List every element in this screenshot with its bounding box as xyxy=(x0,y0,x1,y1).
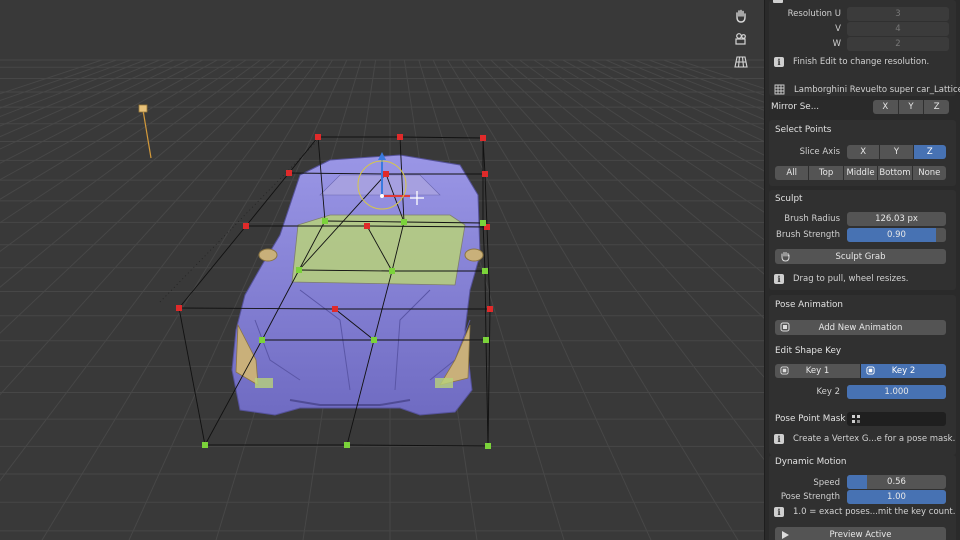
lattice-resolution-panel: Resolution U 3 V 4 W 2 i Finish Edit to c… xyxy=(769,0,960,96)
select-bottom-button[interactable]: Bottom xyxy=(878,166,913,180)
lattice-point[interactable] xyxy=(243,223,249,229)
speed-label: Speed xyxy=(813,478,840,488)
select-points-title: Select Points xyxy=(775,125,832,135)
info-icon: i xyxy=(774,274,784,284)
sculpt-grab-button[interactable]: Sculpt Grab xyxy=(775,249,946,264)
shape-key-icon xyxy=(780,366,789,375)
pose-animation-title: Pose Animation xyxy=(775,300,844,310)
lattice-point[interactable] xyxy=(397,134,403,140)
mirror-z-button[interactable]: Z xyxy=(924,100,950,114)
shape-key-icon xyxy=(780,322,790,332)
object-name-row: Lamborghini Revuelto super car_Lattice xyxy=(774,84,960,95)
resolution-v-label: V xyxy=(835,24,841,34)
resolution-u-field: 3 xyxy=(847,7,949,21)
pose-point-mask-field[interactable] xyxy=(847,412,946,426)
lattice-point[interactable] xyxy=(286,170,292,176)
select-points-panel: Select Points Slice Axis X Y Z All Top M… xyxy=(769,120,956,186)
info-icon: i xyxy=(774,57,784,67)
add-new-animation-button[interactable]: Add New Animation xyxy=(775,320,946,335)
camera-icon[interactable] xyxy=(729,28,753,50)
slice-y-button[interactable]: Y xyxy=(880,145,914,159)
scene-canvas[interactable] xyxy=(0,0,764,540)
lattice-point-selected[interactable] xyxy=(344,442,350,448)
lattice-point[interactable] xyxy=(332,306,338,312)
lattice-point-selected[interactable] xyxy=(371,337,377,343)
lattice-point[interactable] xyxy=(487,306,493,312)
vertex-group-icon xyxy=(852,414,860,423)
shape-key-icon xyxy=(866,366,875,375)
key-1-button[interactable]: Key 1 xyxy=(775,364,861,378)
brush-strength-label: Brush Strength xyxy=(776,230,840,240)
key-2-button[interactable]: Key 2 xyxy=(861,364,946,378)
lattice-point-selected[interactable] xyxy=(389,268,395,274)
slice-z-button[interactable]: Z xyxy=(913,145,946,159)
resolution-u-label: Resolution U xyxy=(787,9,841,19)
mirror-x-button[interactable]: X xyxy=(873,100,899,114)
brush-radius-label: Brush Radius xyxy=(784,214,840,224)
mirror-y-button[interactable]: Y xyxy=(898,100,925,114)
select-middle-button[interactable]: Middle xyxy=(843,166,879,180)
pose-animation-panel: Pose Animation Add New Animation Edit Sh… xyxy=(769,295,956,455)
finish-edit-note: i Finish Edit to change resolution. xyxy=(774,57,929,67)
pose-mask-hint: i Create a Vertex G...e for a pose mask. xyxy=(774,434,955,444)
lattice-point-selected[interactable] xyxy=(202,442,208,448)
resolution-v-field: 4 xyxy=(847,22,949,36)
lattice-point[interactable] xyxy=(364,223,370,229)
select-top-button[interactable]: Top xyxy=(809,166,844,180)
info-icon: i xyxy=(774,434,784,444)
select-all-button[interactable]: All xyxy=(775,166,810,180)
key-value-label: Key 2 xyxy=(816,387,840,397)
lattice-icon xyxy=(774,84,785,95)
mirror-axis-toggle: X Y Z xyxy=(873,100,950,114)
lattice-point-selected[interactable] xyxy=(482,268,488,274)
hand-grab-icon xyxy=(781,252,790,262)
lattice-point[interactable] xyxy=(315,134,321,140)
lattice-point[interactable] xyxy=(176,305,182,311)
slice-axis-toggle: X Y Z xyxy=(847,145,946,159)
lattice-point-selected[interactable] xyxy=(480,220,486,226)
resolution-w-field: 2 xyxy=(847,37,949,51)
resolution-w-label: W xyxy=(832,39,841,49)
play-icon xyxy=(782,531,789,539)
sculpt-title: Sculpt xyxy=(775,194,803,204)
pose-point-mask-label: Pose Point Mask xyxy=(775,414,846,424)
shape-key-toggle: Key 1 Key 2 xyxy=(775,364,946,378)
lattice-point[interactable] xyxy=(480,135,486,141)
pose-strength-slider[interactable]: 1.00 xyxy=(847,490,946,504)
hand-pan-icon[interactable] xyxy=(729,5,753,27)
lattice-point-selected[interactable] xyxy=(401,219,407,225)
brush-radius-field[interactable]: 126.03 px xyxy=(847,212,946,226)
select-none-button[interactable]: None xyxy=(912,166,947,180)
mirror-label: Mirror Se... xyxy=(771,102,820,112)
dynamic-motion-hint: i 1.0 = exact poses...mit the key count. xyxy=(774,507,955,517)
speed-slider[interactable]: 0.56 xyxy=(847,475,946,489)
edit-shape-key-title: Edit Shape Key xyxy=(775,346,842,356)
lattice-point[interactable] xyxy=(482,171,488,177)
slice-axis-label: Slice Axis xyxy=(799,147,840,157)
lattice-point[interactable] xyxy=(383,171,389,177)
lattice-point-selected[interactable] xyxy=(322,218,328,224)
key-value-slider[interactable]: 1.000 xyxy=(847,385,946,399)
sculpt-hint: i Drag to pull, wheel resizes. xyxy=(774,274,909,284)
car-model[interactable] xyxy=(231,154,484,416)
select-preset-buttons: All Top Middle Bottom None xyxy=(775,166,947,180)
lattice-point-selected[interactable] xyxy=(296,267,302,273)
slice-x-button[interactable]: X xyxy=(847,145,881,159)
viewport-navigation xyxy=(729,5,755,74)
light-object[interactable] xyxy=(138,104,152,159)
lattice-point-selected[interactable] xyxy=(485,443,491,449)
info-icon: i xyxy=(774,507,784,517)
properties-sidebar: Resolution U 3 V 4 W 2 i Finish Edit to c… xyxy=(764,0,960,540)
dynamic-motion-title: Dynamic Motion xyxy=(775,457,847,467)
preview-active-button[interactable]: Preview Active xyxy=(775,527,946,540)
sculpt-panel: Sculpt Brush Radius 126.03 px Brush Stre… xyxy=(769,190,956,290)
3d-viewport[interactable] xyxy=(0,0,764,540)
panel-icon xyxy=(773,0,783,3)
dynamic-motion-panel: Dynamic Motion Speed 0.56 Pose Strength … xyxy=(769,455,956,540)
lattice-point-selected[interactable] xyxy=(259,337,265,343)
pose-strength-label: Pose Strength xyxy=(780,492,840,502)
grid-view-icon[interactable] xyxy=(729,51,753,73)
brush-strength-slider[interactable]: 0.90 xyxy=(847,228,946,242)
lattice-point-selected[interactable] xyxy=(483,337,489,343)
